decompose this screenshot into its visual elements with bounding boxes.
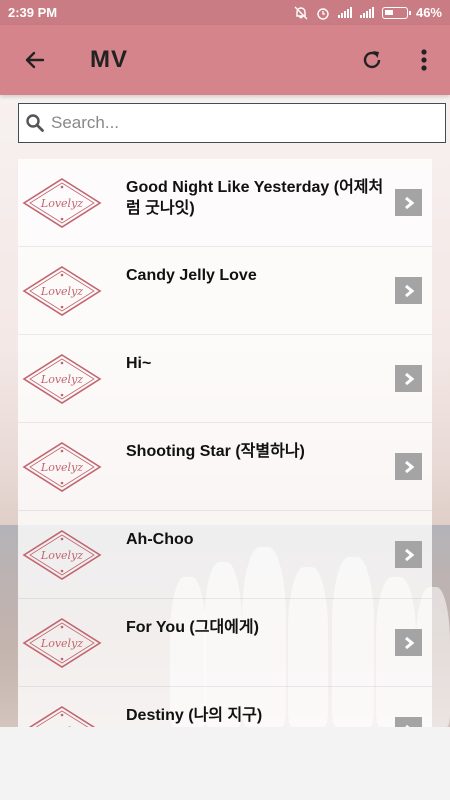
video-list: Lovelyz Good Night Like Yesterday (어제처럼 … — [18, 159, 432, 727]
chevron-right-icon — [404, 460, 414, 473]
signal-icon-2 — [359, 7, 374, 18]
bottom-blank-area — [0, 727, 450, 800]
battery-icon — [381, 6, 411, 19]
battery-level: 46% — [415, 5, 442, 20]
video-list-item[interactable]: Lovelyz Good Night Like Yesterday (어제처럼 … — [18, 159, 432, 247]
video-title: Candy Jelly Love — [126, 267, 257, 284]
logo-text: Lovelyz — [40, 373, 83, 386]
logo-text: Lovelyz — [40, 197, 83, 210]
search-bar[interactable] — [18, 103, 446, 143]
overflow-menu-button[interactable] — [398, 25, 450, 95]
back-button[interactable] — [0, 25, 70, 95]
arrow-left-icon — [25, 51, 45, 69]
magnifier-icon — [26, 114, 44, 132]
video-title: Good Night Like Yesterday (어제처럼 굿나잇) — [126, 179, 384, 217]
lovelyz-logo-thumbnail: Lovelyz — [22, 265, 102, 317]
search-input[interactable] — [51, 113, 431, 133]
logo-text: Lovelyz — [40, 637, 83, 650]
chevron-right-icon — [404, 284, 414, 297]
video-title: Shooting Star (작별하나) — [126, 443, 305, 460]
signal-icon — [337, 7, 352, 18]
lovelyz-logo-thumbnail: Lovelyz — [22, 441, 102, 493]
content-area: Lovelyz Good Night Like Yesterday (어제처럼 … — [0, 95, 450, 727]
status-time: 2:39 PM — [8, 5, 58, 20]
refresh-button[interactable] — [346, 25, 398, 95]
status-icons: 46% — [294, 5, 442, 20]
logo-text: Lovelyz — [40, 461, 83, 474]
open-video-button[interactable] — [395, 541, 422, 568]
chevron-right-icon — [404, 372, 414, 385]
lovelyz-logo-thumbnail: Lovelyz — [22, 529, 102, 581]
video-list-item[interactable]: Lovelyz Candy Jelly Love — [18, 247, 432, 335]
lovelyz-logo-thumbnail: Lovelyz — [22, 177, 102, 229]
chevron-right-icon — [404, 196, 414, 209]
chevron-right-icon — [404, 636, 414, 649]
alarm-icon — [317, 7, 329, 20]
lovelyz-logo-thumbnail: Lovelyz — [22, 353, 102, 405]
app-toolbar: MV — [0, 25, 450, 95]
video-title: Destiny (나의 지구) — [126, 707, 263, 724]
video-list-item[interactable]: Lovelyz Destiny (나의 지구) — [18, 687, 432, 727]
open-video-button[interactable] — [395, 717, 422, 727]
video-title: Hi~ — [126, 355, 152, 372]
video-list-item[interactable]: Lovelyz Hi~ — [18, 335, 432, 423]
status-bar: 2:39 PM 46% — [0, 0, 450, 25]
video-list-item[interactable]: Lovelyz For You (그대에게) — [18, 599, 432, 687]
refresh-icon — [363, 51, 381, 69]
open-video-button[interactable] — [395, 277, 422, 304]
video-list-item[interactable]: Lovelyz Shooting Star (작별하나) — [18, 423, 432, 511]
video-title: Ah-Choo — [126, 531, 194, 548]
more-vert-icon — [421, 49, 427, 71]
page-title: MV — [90, 46, 128, 73]
toolbar-actions — [346, 25, 450, 95]
open-video-button[interactable] — [395, 365, 422, 392]
open-video-button[interactable] — [395, 189, 422, 216]
video-title: For You (그대에게) — [126, 619, 259, 636]
bell-muted-icon — [294, 6, 308, 19]
chevron-right-icon — [404, 548, 414, 561]
video-list-item[interactable]: Lovelyz Ah-Choo — [18, 511, 432, 599]
logo-text: Lovelyz — [40, 549, 83, 562]
open-video-button[interactable] — [395, 629, 422, 656]
open-video-button[interactable] — [395, 453, 422, 480]
lovelyz-logo-thumbnail: Lovelyz — [22, 705, 102, 727]
logo-text: Lovelyz — [40, 285, 83, 298]
lovelyz-logo-thumbnail: Lovelyz — [22, 617, 102, 669]
